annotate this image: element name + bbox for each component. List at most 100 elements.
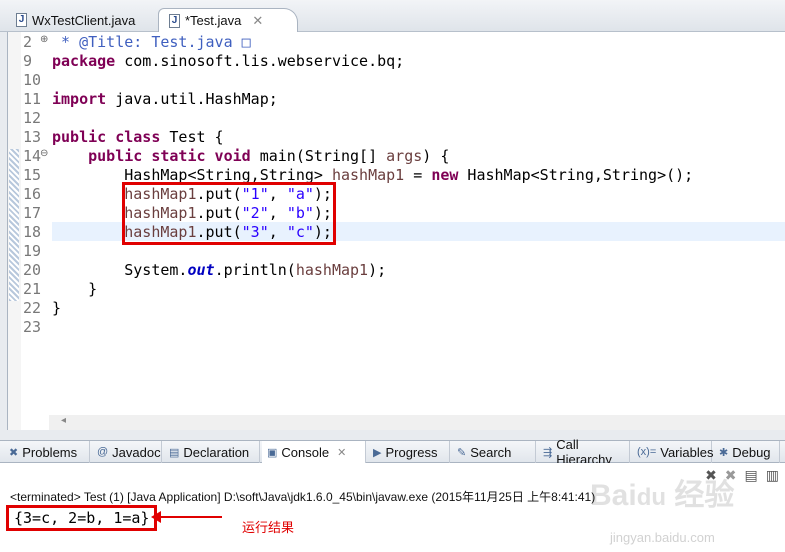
code-line: } bbox=[52, 280, 97, 299]
tab-label: *Test.java bbox=[185, 13, 242, 28]
call-hierarchy-icon: ⇶ bbox=[543, 446, 553, 459]
code-token: * @Title: Test.java bbox=[52, 33, 242, 51]
variables-icon: (x)= bbox=[637, 446, 657, 458]
code-line: System.out.println(hashMap1); bbox=[52, 261, 386, 280]
collapse-fold-icon[interactable]: ⊖ bbox=[40, 148, 48, 159]
line-number: 23 bbox=[23, 318, 42, 336]
tab-label: Javadoc bbox=[112, 444, 161, 460]
baidu-watermark: Baidu 经验 bbox=[590, 479, 735, 512]
close-icon[interactable]: ✕ bbox=[337, 446, 346, 459]
problems-icon: ✖ bbox=[9, 446, 19, 459]
line-number: 18 bbox=[23, 223, 42, 241]
panel-tab-javadoc[interactable]: @ Javadoc bbox=[92, 441, 162, 463]
scroll-lock-icon[interactable]: ▥ bbox=[766, 467, 779, 484]
tab-wxtestclient[interactable]: J WxTestClient.java bbox=[6, 8, 145, 32]
code-line: import java.util.HashMap; bbox=[52, 90, 278, 109]
code-token: = bbox=[404, 166, 432, 184]
code-token: System. bbox=[52, 261, 188, 279]
panel-tab-call-hierarchy[interactable]: ⇶ Call Hierarchy bbox=[538, 437, 630, 467]
line-number: 9 bbox=[23, 52, 33, 70]
code-token: } bbox=[52, 299, 62, 317]
scroll-left-icon[interactable]: ◂ bbox=[61, 415, 66, 426]
clear-console-icon[interactable]: ▤ bbox=[745, 467, 758, 484]
code-token: main(String[] bbox=[250, 147, 387, 165]
code-token: .println( bbox=[214, 261, 296, 279]
code-line: package com.sinosoft.lis.webservice.bq; bbox=[52, 52, 404, 71]
code-editor[interactable]: 2 ⊕ * @Title: Test.java □ 9 package com.sin… bbox=[7, 32, 785, 430]
highlight-box-code bbox=[122, 182, 336, 245]
line-number: 19 bbox=[23, 242, 42, 260]
debug-icon: ✱ bbox=[719, 446, 729, 459]
code-token: import bbox=[52, 90, 107, 108]
console-output: {3=c, 2=b, 1=a} bbox=[6, 505, 158, 531]
code-token: public class bbox=[52, 128, 161, 146]
panel-tab-problems[interactable]: ✖ Problems bbox=[4, 441, 90, 463]
line-number: 11 bbox=[23, 90, 42, 108]
panel-tab-console[interactable]: ▣ Console ✕ bbox=[262, 441, 366, 463]
change-marker bbox=[9, 149, 19, 301]
horizontal-scrollbar[interactable]: ◂ bbox=[49, 415, 785, 430]
panel-tab-debug[interactable]: ✱ Debug bbox=[714, 441, 780, 463]
tab-label: Debug bbox=[732, 444, 771, 460]
line-number: 13 bbox=[23, 128, 42, 146]
declaration-icon: ▤ bbox=[169, 446, 180, 459]
code-token: out bbox=[187, 261, 215, 279]
code-line: * @Title: Test.java □ bbox=[52, 33, 251, 52]
tab-label: Declaration bbox=[183, 444, 250, 460]
at-icon: @ bbox=[97, 446, 109, 458]
code-token: com.sinosoft.lis.webservice.bq; bbox=[115, 52, 405, 70]
code-token: new bbox=[431, 166, 459, 184]
code-token: java.util.HashMap; bbox=[106, 90, 278, 108]
editor-tab-bar: J WxTestClient.java J *Test.java ✕ bbox=[0, 0, 785, 32]
code-token: package bbox=[52, 52, 116, 70]
tab-label: Variables bbox=[660, 444, 714, 460]
tab-label: Progress bbox=[385, 444, 438, 460]
code-token: Test { bbox=[160, 128, 224, 146]
code-token: □ bbox=[241, 33, 251, 51]
line-number: 15 bbox=[23, 166, 42, 184]
code-token: ); bbox=[368, 261, 387, 279]
line-number: 17 bbox=[23, 204, 42, 222]
console-status: <terminated> Test (1) [Java Application]… bbox=[10, 490, 596, 504]
arrow-icon bbox=[158, 516, 222, 518]
search-icon: ✎ bbox=[457, 446, 467, 459]
code-line: } bbox=[52, 299, 61, 318]
code-line: public static void main(String[] args) { bbox=[52, 147, 449, 166]
code-token: } bbox=[52, 280, 98, 298]
line-number: 20 bbox=[23, 261, 42, 279]
panel-tab-declaration[interactable]: ▤ Declaration bbox=[164, 441, 260, 463]
java-file-icon: J bbox=[16, 13, 27, 27]
console-icon: ▣ bbox=[267, 446, 278, 459]
arrow-head-icon bbox=[151, 511, 161, 523]
code-line: public class Test { bbox=[52, 128, 224, 147]
code-token: HashMap<String,String>(); bbox=[458, 166, 694, 184]
line-number: 10 bbox=[23, 71, 42, 89]
panel-tab-bar: ✖ Problems @ Javadoc ▤ Declaration ▣ Console ✕ ▶ P… bbox=[0, 437, 785, 467]
code-token: hashMap1 bbox=[331, 166, 405, 184]
line-number: 22 bbox=[23, 299, 42, 317]
panel-tab-search[interactable]: ✎ Search bbox=[452, 441, 536, 463]
code-token: public static void bbox=[88, 147, 251, 165]
code-token: args bbox=[386, 147, 423, 165]
tab-label: WxTestClient.java bbox=[32, 12, 136, 28]
tab-test-java[interactable]: J *Test.java ✕ bbox=[158, 8, 298, 32]
line-number: 12 bbox=[23, 109, 42, 127]
watermark-url: jingyan.baidu.com bbox=[610, 530, 715, 545]
tab-label: Console bbox=[281, 444, 330, 460]
close-icon[interactable]: ✕ bbox=[252, 13, 263, 29]
progress-icon: ▶ bbox=[373, 446, 382, 459]
tab-label: Search bbox=[470, 444, 512, 460]
java-file-icon: J bbox=[169, 13, 180, 28]
result-annotation: 运行结果 bbox=[242, 520, 295, 535]
panel-tab-variables[interactable]: (x)= Variables bbox=[632, 441, 714, 463]
code-token: ) { bbox=[422, 147, 450, 165]
expand-fold-icon[interactable]: ⊕ bbox=[40, 34, 48, 45]
annotation-gutter bbox=[8, 32, 21, 430]
line-number: 21 bbox=[23, 280, 42, 298]
tab-label: Problems bbox=[22, 444, 78, 460]
panel-tab-progress[interactable]: ▶ Progress bbox=[368, 441, 450, 463]
